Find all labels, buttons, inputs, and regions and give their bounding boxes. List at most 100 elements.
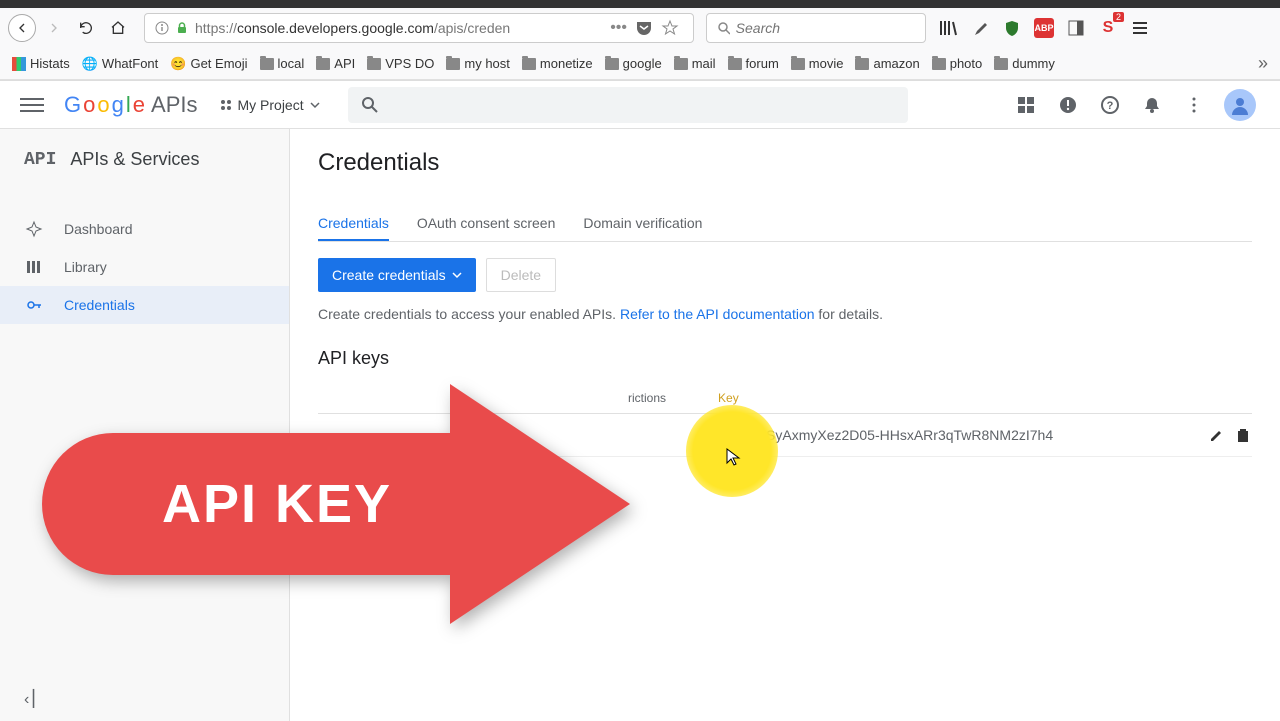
search-icon xyxy=(717,21,730,35)
google-header: Google APIs My Project ? xyxy=(0,81,1280,129)
sidebar-item-library[interactable]: Library xyxy=(0,248,289,286)
sidebar-item-label: Credentials xyxy=(64,297,135,313)
emoji-icon: 😊 xyxy=(170,56,186,72)
bookmark-google[interactable]: google xyxy=(605,56,662,71)
folder-icon xyxy=(791,58,805,70)
globe-icon: 🌐 xyxy=(82,56,98,72)
bell-icon[interactable] xyxy=(1140,93,1164,117)
google-apis-logo[interactable]: Google APIs xyxy=(64,92,197,118)
folder-icon xyxy=(367,58,381,70)
browser-search[interactable] xyxy=(706,13,926,43)
home-button[interactable] xyxy=(104,14,132,42)
folder-icon xyxy=(855,58,869,70)
library-icon xyxy=(24,258,44,276)
reload-button[interactable] xyxy=(72,14,100,42)
create-credentials-button[interactable]: Create credentials xyxy=(318,258,476,292)
pocket-icon[interactable] xyxy=(635,19,653,37)
tabs: Credentials OAuth consent screen Domain … xyxy=(318,207,1252,242)
info-icon xyxy=(155,21,169,35)
chevron-down-icon xyxy=(310,100,320,110)
api-key-value: AIzaSyAxmyXez2D05-HHsxARr3qTwR8NM2zI7h4 xyxy=(738,427,1053,443)
bookmarks-bar: Histats 🌐WhatFont 😊Get Emoji local API V… xyxy=(0,48,1280,80)
more-icon[interactable] xyxy=(1182,93,1206,117)
page-title: Credentials xyxy=(318,149,1252,177)
bookmark-getemoji[interactable]: 😊Get Emoji xyxy=(170,56,247,72)
bookmark-mail[interactable]: mail xyxy=(674,56,716,71)
bookmark-forum[interactable]: forum xyxy=(728,56,779,71)
folder-icon xyxy=(522,58,536,70)
bookmark-api[interactable]: API xyxy=(316,56,355,71)
star-icon[interactable] xyxy=(661,19,679,37)
sidebar-item-dashboard[interactable]: Dashboard xyxy=(0,210,289,248)
help-icon[interactable]: ? xyxy=(1098,93,1122,117)
sidebar-icon[interactable] xyxy=(1066,18,1086,38)
bookmark-histats[interactable]: Histats xyxy=(12,56,70,71)
bookmark-movie[interactable]: movie xyxy=(791,56,844,71)
folder-icon xyxy=(446,58,460,70)
back-button[interactable] xyxy=(8,14,36,42)
th-key: Key xyxy=(718,391,739,405)
collapse-sidebar[interactable]: ‹⎮ xyxy=(24,689,38,709)
api-docs-link[interactable]: Refer to the API documentation xyxy=(620,306,815,322)
alert-icon[interactable] xyxy=(1056,93,1080,117)
th-restrictions: rictions xyxy=(628,391,666,405)
gift-icon[interactable] xyxy=(1014,93,1038,117)
sidebar-item-credentials[interactable]: Credentials xyxy=(0,286,289,324)
delete-button[interactable]: Delete xyxy=(486,258,556,292)
folder-icon xyxy=(260,58,274,70)
tab-domain[interactable]: Domain verification xyxy=(583,207,702,241)
histats-icon xyxy=(12,57,26,71)
sidebar-item-label: Dashboard xyxy=(64,221,133,237)
project-icon xyxy=(221,100,231,110)
svg-text:?: ? xyxy=(1107,100,1114,112)
search-icon xyxy=(360,95,380,115)
bookmark-whatfont[interactable]: 🌐WhatFont xyxy=(82,56,159,72)
notif-badge: 2 xyxy=(1113,12,1124,22)
section-api-keys: API keys xyxy=(318,348,1252,369)
tab-credentials[interactable]: Credentials xyxy=(318,207,389,241)
eyedropper-icon[interactable] xyxy=(970,18,990,38)
sidebar-header[interactable]: API APIs & Services xyxy=(0,129,289,190)
arrow-annotation: API KEY xyxy=(42,384,630,624)
url-text: https://console.developers.google.com/ap… xyxy=(195,20,510,36)
folder-icon xyxy=(994,58,1008,70)
bookmark-monetize[interactable]: monetize xyxy=(522,56,593,71)
ext-s-icon[interactable]: S2 xyxy=(1098,18,1118,38)
arrow-head xyxy=(450,384,630,624)
cursor-icon xyxy=(726,448,742,468)
bookmark-photo[interactable]: photo xyxy=(932,56,983,71)
edit-icon[interactable] xyxy=(1208,426,1226,444)
browser-menu-icon[interactable] xyxy=(1130,18,1150,38)
page-actions-icon[interactable]: ••• xyxy=(610,19,627,37)
url-bar[interactable]: https://console.developers.google.com/ap… xyxy=(144,13,694,43)
chevron-down-icon xyxy=(452,270,462,280)
project-selector[interactable]: My Project xyxy=(221,97,319,113)
api-icon: API xyxy=(24,150,56,170)
menu-button[interactable] xyxy=(20,93,44,117)
bookmark-amazon[interactable]: amazon xyxy=(855,56,919,71)
bookmark-vpsdo[interactable]: VPS DO xyxy=(367,56,434,71)
abp-icon[interactable]: ABP xyxy=(1034,18,1054,38)
browser-search-input[interactable] xyxy=(736,20,915,36)
folder-icon xyxy=(605,58,619,70)
avatar[interactable] xyxy=(1224,89,1256,121)
library-icon[interactable] xyxy=(938,18,958,38)
bookmark-dummy[interactable]: dummy xyxy=(994,56,1055,71)
dashboard-icon xyxy=(24,220,44,238)
sidebar-item-label: Library xyxy=(64,259,107,275)
delete-icon[interactable] xyxy=(1234,426,1252,444)
console-search[interactable] xyxy=(348,87,908,123)
folder-icon xyxy=(674,58,688,70)
bookmark-local[interactable]: local xyxy=(260,56,305,71)
tab-oauth[interactable]: OAuth consent screen xyxy=(417,207,556,241)
sidebar-title: APIs & Services xyxy=(70,149,199,170)
key-icon xyxy=(24,296,44,314)
bookmarks-overflow[interactable]: » xyxy=(1258,53,1268,74)
folder-icon xyxy=(932,58,946,70)
folder-icon xyxy=(316,58,330,70)
forward-button[interactable] xyxy=(40,14,68,42)
annotation-text: API KEY xyxy=(42,433,452,575)
shield-icon[interactable] xyxy=(1002,18,1022,38)
lock-icon xyxy=(175,21,189,35)
bookmark-myhost[interactable]: my host xyxy=(446,56,510,71)
